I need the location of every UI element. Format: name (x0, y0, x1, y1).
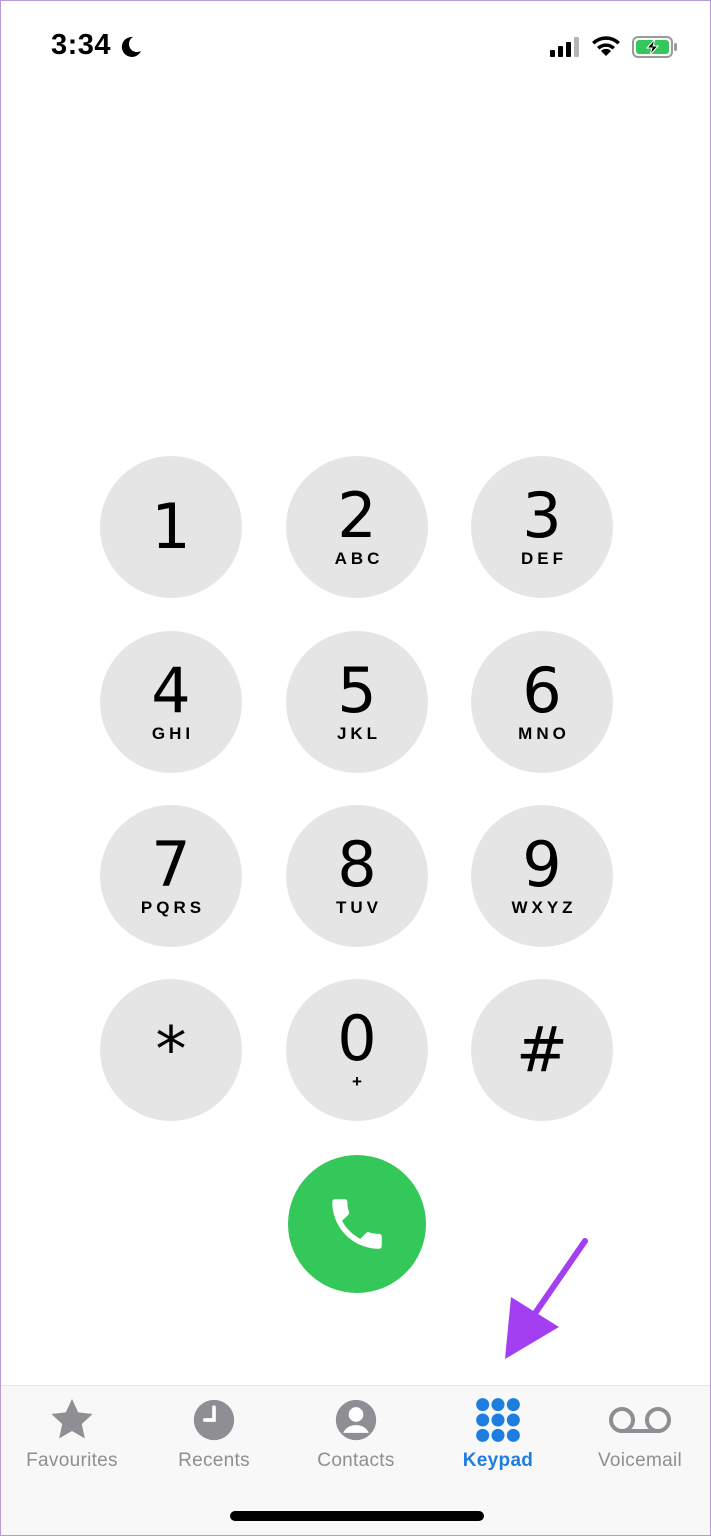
key-letters: TUV (336, 898, 382, 917)
key-8[interactable]: 8 TUV (286, 805, 428, 947)
key-digit: 8 (337, 828, 377, 901)
cellular-signal-icon (550, 37, 579, 57)
key-6[interactable]: 6 MNO (471, 631, 613, 773)
key-digit: # (516, 1013, 568, 1086)
key-digit: 6 (522, 654, 562, 727)
key-letters: DEF (521, 549, 567, 568)
key-letters: GHI (151, 724, 195, 743)
annotation-arrow (505, 1238, 588, 1359)
key-0[interactable]: 0 + (286, 979, 428, 1121)
key-digit: 5 (337, 654, 377, 727)
key-7[interactable]: 7 PQRS (100, 805, 242, 947)
tab-contacts[interactable]: Contacts (285, 1386, 427, 1486)
status-time: 3:34 (51, 29, 112, 61)
key-2[interactable]: 2 ABC (286, 456, 428, 598)
key-digit: 3 (522, 479, 562, 552)
home-indicator (230, 1511, 484, 1521)
key-star[interactable]: * (100, 979, 242, 1121)
tab-label: Keypad (462, 1450, 534, 1471)
tab-recents[interactable]: Recents (143, 1386, 285, 1486)
call-button[interactable] (288, 1155, 426, 1293)
tab-favourites[interactable]: Favourites (1, 1386, 143, 1486)
key-hash[interactable]: # (471, 979, 613, 1121)
moon-icon (121, 36, 141, 57)
clock-icon (143, 1396, 285, 1444)
key-1[interactable]: 1 (100, 456, 242, 598)
key-digit: * (155, 1013, 187, 1086)
key-9[interactable]: 9 WXYZ (471, 805, 613, 947)
tab-keypad[interactable]: Keypad (427, 1386, 569, 1486)
key-digit: 9 (522, 828, 562, 901)
key-letters: JKL (336, 724, 382, 743)
key-5[interactable]: 5 JKL (286, 631, 428, 773)
person-circle-icon (285, 1396, 427, 1444)
key-digit: 7 (151, 828, 191, 901)
battery-charging-icon (632, 36, 677, 58)
tab-voicemail[interactable]: Voicemail (569, 1386, 710, 1486)
tab-label: Voicemail (597, 1450, 683, 1471)
key-4[interactable]: 4 GHI (100, 631, 242, 773)
key-letters: WXYZ (511, 898, 577, 917)
tab-label: Contacts (317, 1450, 395, 1471)
key-digit: 0 (337, 1002, 377, 1075)
star-icon (1, 1396, 143, 1444)
keypad-icon (427, 1396, 569, 1444)
key-letters: + (352, 1072, 366, 1091)
key-letters: PQRS (140, 898, 206, 917)
tab-label: Recents (178, 1450, 250, 1471)
phone-icon (332, 1199, 382, 1249)
key-digit: 1 (151, 490, 191, 563)
voicemail-icon (569, 1396, 710, 1444)
key-letters: MNO (518, 724, 570, 743)
wifi-icon (592, 36, 620, 56)
tab-label: Favourites (26, 1450, 118, 1471)
key-digit: 4 (151, 654, 191, 727)
key-letters: ABC (334, 549, 384, 568)
phone-screen: 3:34 1 2 ABC 3 DEF 4 GHI 5 JKL 6 MNO 7 PQRS 8 TUV 9 WXYZ… (0, 0, 711, 1536)
key-3[interactable]: 3 DEF (471, 456, 613, 598)
key-digit: 2 (337, 479, 377, 552)
